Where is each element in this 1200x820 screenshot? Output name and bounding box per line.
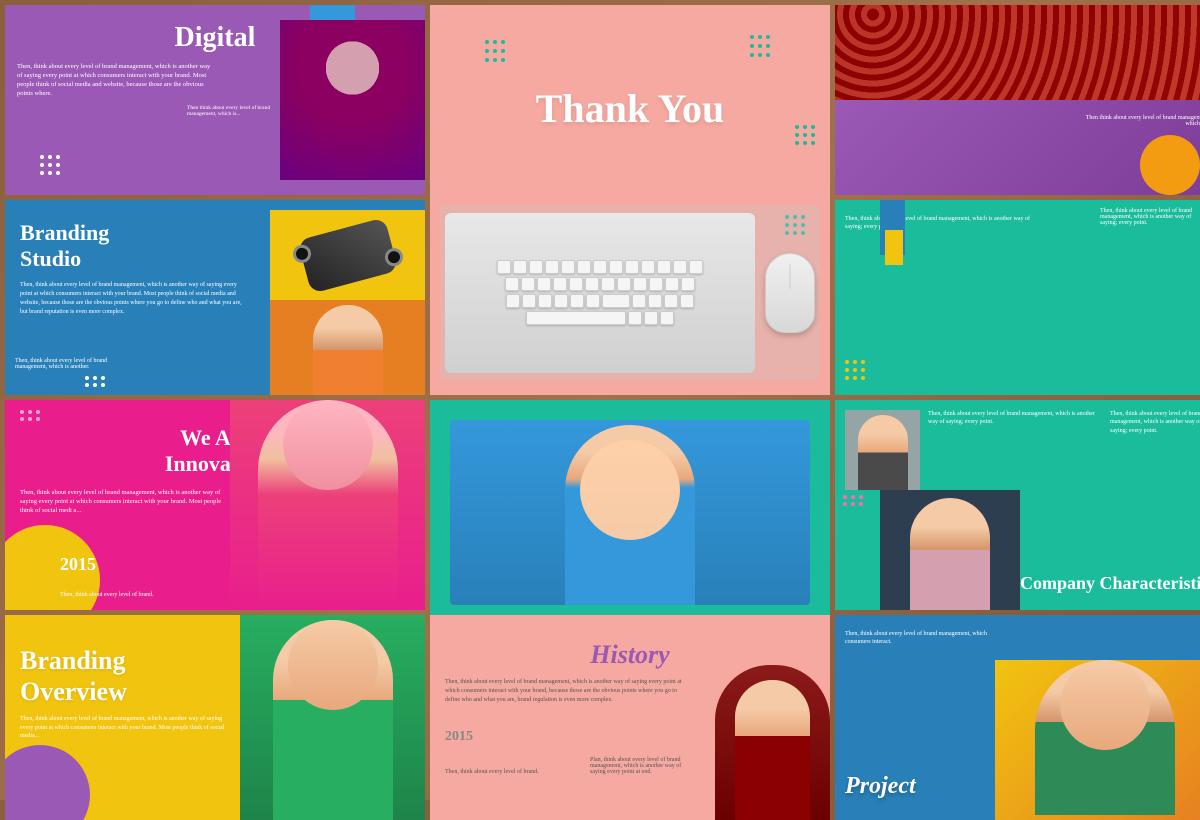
company-dots [843, 495, 863, 506]
slide-company-char: Then, think about every level of brand m… [835, 400, 1200, 610]
project-title: Project [845, 773, 916, 800]
slide-digital: Digital Then, think about every level of… [5, 5, 425, 195]
quote-person-photo [450, 420, 810, 605]
company-top-area: Then, think about every level of brand m… [845, 410, 1200, 495]
overview-purple-circle [5, 745, 90, 820]
teal-dots [845, 360, 865, 380]
digital-body: Then, think about every level of brand m… [17, 62, 215, 98]
digital-photo [280, 20, 425, 180]
slide-teal-abstract: Then, think about every level of brand m… [835, 200, 1200, 395]
slide-project: Then, think about every level of brand m… [835, 615, 1200, 820]
teal-text2: Then, think about every level of brand m… [1100, 208, 1200, 226]
keyboard-section [440, 205, 820, 380]
teal-yellow-rect [885, 230, 903, 265]
teal-text: Then, think about every level of brand m… [845, 215, 1043, 232]
company-title: Company Characteristi [1020, 573, 1200, 595]
history-year2-text: Plan, think about every level of brand m… [590, 757, 690, 775]
branding-studio-small-text2: Then, think about every level of brand m… [15, 358, 135, 370]
teal-dots-right2 [795, 125, 815, 145]
thank-you-title: Thank You [536, 85, 725, 132]
innovative-dots [20, 410, 40, 421]
innovative-body: Then, think about every level of brand m… [20, 488, 235, 515]
pink-girl-photo [230, 400, 425, 610]
digital-dots [40, 155, 60, 175]
teal-dots-topright [750, 35, 770, 57]
berries-photo [835, 5, 1200, 100]
teal-dots-topleft [485, 40, 505, 62]
keyboard-visual [445, 213, 755, 373]
portrait-box [845, 410, 920, 490]
branding-overview-body: Then, think about every level of brand m… [20, 715, 235, 740]
berries-text: Then think about every level of brand ma… [1070, 115, 1200, 127]
slide-branding-overview: BrandingOverview Then, think about every… [5, 615, 425, 820]
company-dark-photo [880, 490, 1020, 610]
project-flower-photo [995, 660, 1200, 820]
company-right-text: Then, think about every level of brand m… [1110, 410, 1200, 495]
innovative-year: 2015 [60, 554, 96, 575]
innovative-year-desc: Then, think about every level of brand. [60, 592, 160, 598]
slide-berries: Then think about every level of brand ma… [835, 5, 1200, 195]
branding-studio-body: Then, think about every level of brand m… [20, 281, 246, 317]
history-body: Then, think about every level of brand m… [445, 678, 686, 705]
mouse-visual [765, 253, 815, 333]
slide-branding-studio: BrandingStudio Then, think about every l… [5, 200, 425, 395]
studio-dots [85, 376, 105, 387]
company-text: Then, think about every level of brand m… [928, 410, 1102, 495]
history-year1-desc: Then, think about every level of brand. [445, 769, 575, 775]
history-year1: 2015 [445, 729, 473, 745]
yellow-skate-block [270, 210, 425, 300]
history-girl-photo [715, 665, 830, 820]
overview-face-photo [240, 615, 425, 820]
slide-thank-you: Thank You [430, 5, 830, 395]
person-box-branding [270, 300, 425, 395]
project-body: Then, think about every level of brand m… [845, 630, 1007, 647]
slide-history: History Then, think about every level of… [430, 615, 830, 820]
slide-grid: Digital Then, think about every level of… [0, 0, 1200, 800]
digital-small-text: Then think about every level of brand ma… [187, 105, 277, 117]
slide-innovative: We AreInnovative Then, think about every… [5, 400, 425, 610]
